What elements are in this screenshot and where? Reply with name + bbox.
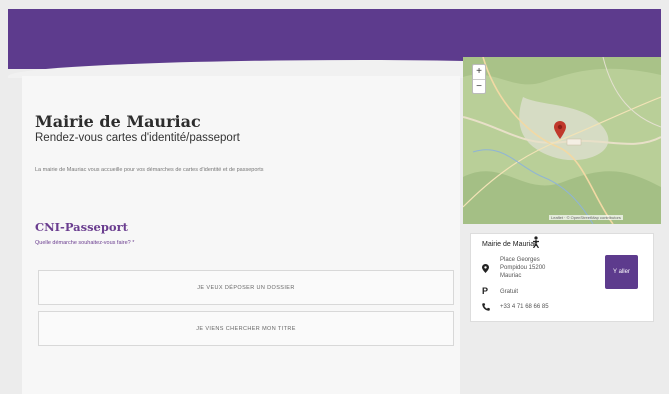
map-pin-icon bbox=[482, 264, 489, 273]
zoom-in-button[interactable]: + bbox=[473, 65, 485, 79]
person-icon bbox=[532, 236, 540, 248]
map[interactable] bbox=[463, 57, 661, 224]
map-marker-icon[interactable] bbox=[554, 121, 566, 139]
page-title: Mairie de Mauriac bbox=[35, 112, 201, 131]
intro-text: La mairie de Mauriac vous accueille pour… bbox=[35, 167, 264, 173]
location-name: Mairie de Mauriac bbox=[482, 241, 538, 248]
map-zoom-control: + − bbox=[472, 64, 486, 94]
phone-number[interactable]: +33 4 71 68 66 85 bbox=[500, 304, 549, 310]
go-button[interactable]: Y aller bbox=[605, 255, 638, 289]
section-title: CNI-Passeport bbox=[35, 220, 128, 234]
phone-icon bbox=[482, 303, 490, 311]
parking-info: Gratuit bbox=[500, 289, 519, 295]
location-address: Place Georges Pompidou 15200 Mauriac bbox=[500, 257, 546, 280]
choice-deposit-button[interactable]: JE VEUX DÉPOSER UN DOSSIER bbox=[38, 270, 454, 305]
question-label: Quelle démarche souhaitez-vous faire? * bbox=[35, 240, 135, 246]
zoom-out-button[interactable]: − bbox=[473, 79, 485, 93]
choice-collect-button[interactable]: JE VIENS CHERCHER MON TITRE bbox=[38, 311, 454, 346]
parking-icon: P bbox=[482, 286, 489, 296]
page-subtitle: Rendez-vous cartes d'identité/passeport bbox=[35, 132, 240, 144]
map-tiles bbox=[463, 57, 661, 224]
map-attribution[interactable]: Leaflet · © OpenStreetMap contributors bbox=[549, 215, 623, 220]
